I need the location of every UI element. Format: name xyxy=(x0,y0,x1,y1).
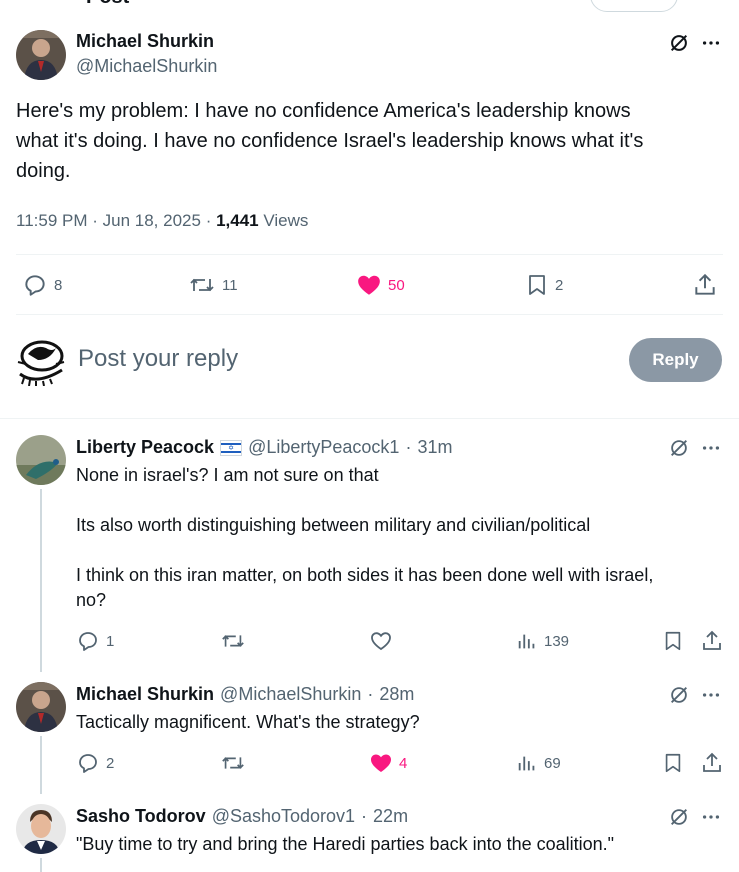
grok-icon[interactable] xyxy=(668,684,690,706)
views-count: 69 xyxy=(544,754,561,772)
post-time[interactable]: 28m xyxy=(379,684,414,705)
share-icon xyxy=(695,273,715,295)
header-reply-button[interactable] xyxy=(590,0,678,12)
analytics-icon xyxy=(518,634,535,649)
avatar[interactable] xyxy=(16,30,66,80)
share-action[interactable] xyxy=(692,272,718,298)
views-count: 139 xyxy=(544,632,570,650)
like-action[interactable] xyxy=(369,629,393,653)
bookmark-icon xyxy=(665,753,681,773)
reply-text-line: I think on this iran matter, on both sid… xyxy=(76,565,654,585)
author-handle[interactable]: @SashoTodorov1 xyxy=(212,806,355,827)
israel-flag-icon: ✡ xyxy=(220,439,243,456)
bookmark-icon xyxy=(529,275,545,295)
divider xyxy=(16,254,723,255)
grok-icon[interactable] xyxy=(668,437,690,459)
bookmark-icon xyxy=(665,631,681,651)
reply-action[interactable]: 1 xyxy=(76,629,114,653)
share-icon xyxy=(703,752,721,772)
more-icon[interactable] xyxy=(700,806,722,828)
avatar[interactable] xyxy=(16,682,66,732)
more-icon[interactable] xyxy=(700,437,722,459)
like-action[interactable]: 50 xyxy=(356,272,405,298)
reply-icon xyxy=(79,632,97,651)
post-date[interactable]: Jun 18, 2025 xyxy=(103,211,201,230)
reply-text-line: no? xyxy=(76,590,107,610)
share-icon xyxy=(703,630,721,650)
analytics-icon xyxy=(518,756,535,771)
repost-action[interactable]: 11 xyxy=(188,272,238,298)
reply-count: 2 xyxy=(106,754,115,772)
avatar[interactable] xyxy=(16,804,66,854)
reply-header: Liberty Peacock ✡ @LibertyPeacock1 · 31m xyxy=(76,437,453,458)
reply-button[interactable]: Reply xyxy=(629,338,722,382)
bookmark-action[interactable]: 2 xyxy=(525,272,563,298)
post-time[interactable]: 11:59 PM xyxy=(16,211,88,230)
repost-action[interactable] xyxy=(220,629,246,653)
heart-filled-icon xyxy=(358,275,380,295)
repost-icon xyxy=(190,278,214,292)
views-count: 1,441 xyxy=(216,211,259,230)
share-action[interactable] xyxy=(700,751,724,775)
reply-count: 8 xyxy=(54,276,63,294)
grok-icon[interactable] xyxy=(668,32,690,54)
post-text-line: doing. xyxy=(16,160,71,182)
reply-action[interactable]: 2 xyxy=(76,751,114,775)
bookmark-count: 2 xyxy=(555,276,564,294)
author-name[interactable]: Michael Shurkin xyxy=(76,684,214,705)
reply-text-line: Tactically magnificent. What's the strat… xyxy=(76,712,420,732)
repost-count: 11 xyxy=(222,276,238,294)
reply-icon xyxy=(25,275,45,296)
author-name[interactable]: Michael Shurkin xyxy=(76,31,214,52)
divider xyxy=(16,314,723,315)
author-name[interactable]: Liberty Peacock xyxy=(76,437,214,458)
reply-icon xyxy=(79,754,97,773)
reply-text-line: "Buy time to try and bring the Haredi pa… xyxy=(76,834,615,854)
reply-text-line: None in israel's? I am not sure on that xyxy=(76,465,379,485)
like-count: 4 xyxy=(399,754,408,772)
grok-icon[interactable] xyxy=(668,806,690,828)
thread-line xyxy=(40,858,42,872)
back-arrow-icon[interactable]: ← xyxy=(8,0,28,7)
heart-filled-icon xyxy=(371,754,391,772)
divider xyxy=(0,418,739,419)
heart-icon xyxy=(371,632,391,651)
author-handle[interactable]: @MichaelShurkin xyxy=(76,56,217,77)
author-name[interactable]: Sasho Todorov xyxy=(76,806,206,827)
more-icon[interactable] xyxy=(700,684,722,706)
like-count: 50 xyxy=(388,276,405,294)
post-meta: 11:59 PM · Jun 18, 2025 · 1,441 Views xyxy=(16,211,309,230)
post-text-line: Here's my problem: I have no confidence … xyxy=(16,100,631,122)
reply-count: 1 xyxy=(106,632,115,650)
avatar[interactable] xyxy=(16,435,66,485)
reply-header: Sasho Todorov @SashoTodorov1 · 22m xyxy=(76,806,409,827)
repost-action[interactable] xyxy=(220,751,246,775)
post-time[interactable]: 22m xyxy=(373,806,408,827)
reply-action[interactable]: 8 xyxy=(22,272,62,298)
share-action[interactable] xyxy=(700,629,724,653)
more-icon[interactable] xyxy=(700,32,722,54)
thread-line xyxy=(40,489,42,672)
thread-line xyxy=(40,736,42,794)
post-text-line: what it's doing. I have no confidence Is… xyxy=(16,130,644,152)
reply-text-line: Its also worth distinguishing between mi… xyxy=(76,515,591,535)
reply-header: Michael Shurkin @MichaelShurkin · 28m xyxy=(76,684,415,705)
page-title: Post xyxy=(86,0,129,9)
reply-input[interactable]: Post your reply xyxy=(78,345,238,373)
bookmark-action[interactable] xyxy=(662,751,684,775)
repost-icon xyxy=(222,635,244,647)
post-time[interactable]: 31m xyxy=(417,437,452,458)
bookmark-action[interactable] xyxy=(662,629,684,653)
views-action[interactable]: 139 xyxy=(516,629,569,653)
views-label: Views xyxy=(263,211,309,230)
like-action[interactable]: 4 xyxy=(369,751,407,775)
author-handle[interactable]: @LibertyPeacock1 xyxy=(248,437,399,458)
raven-avatar[interactable] xyxy=(16,334,66,386)
repost-icon xyxy=(222,757,244,769)
author-handle[interactable]: @MichaelShurkin xyxy=(220,684,361,705)
views-action[interactable]: 69 xyxy=(516,751,561,775)
